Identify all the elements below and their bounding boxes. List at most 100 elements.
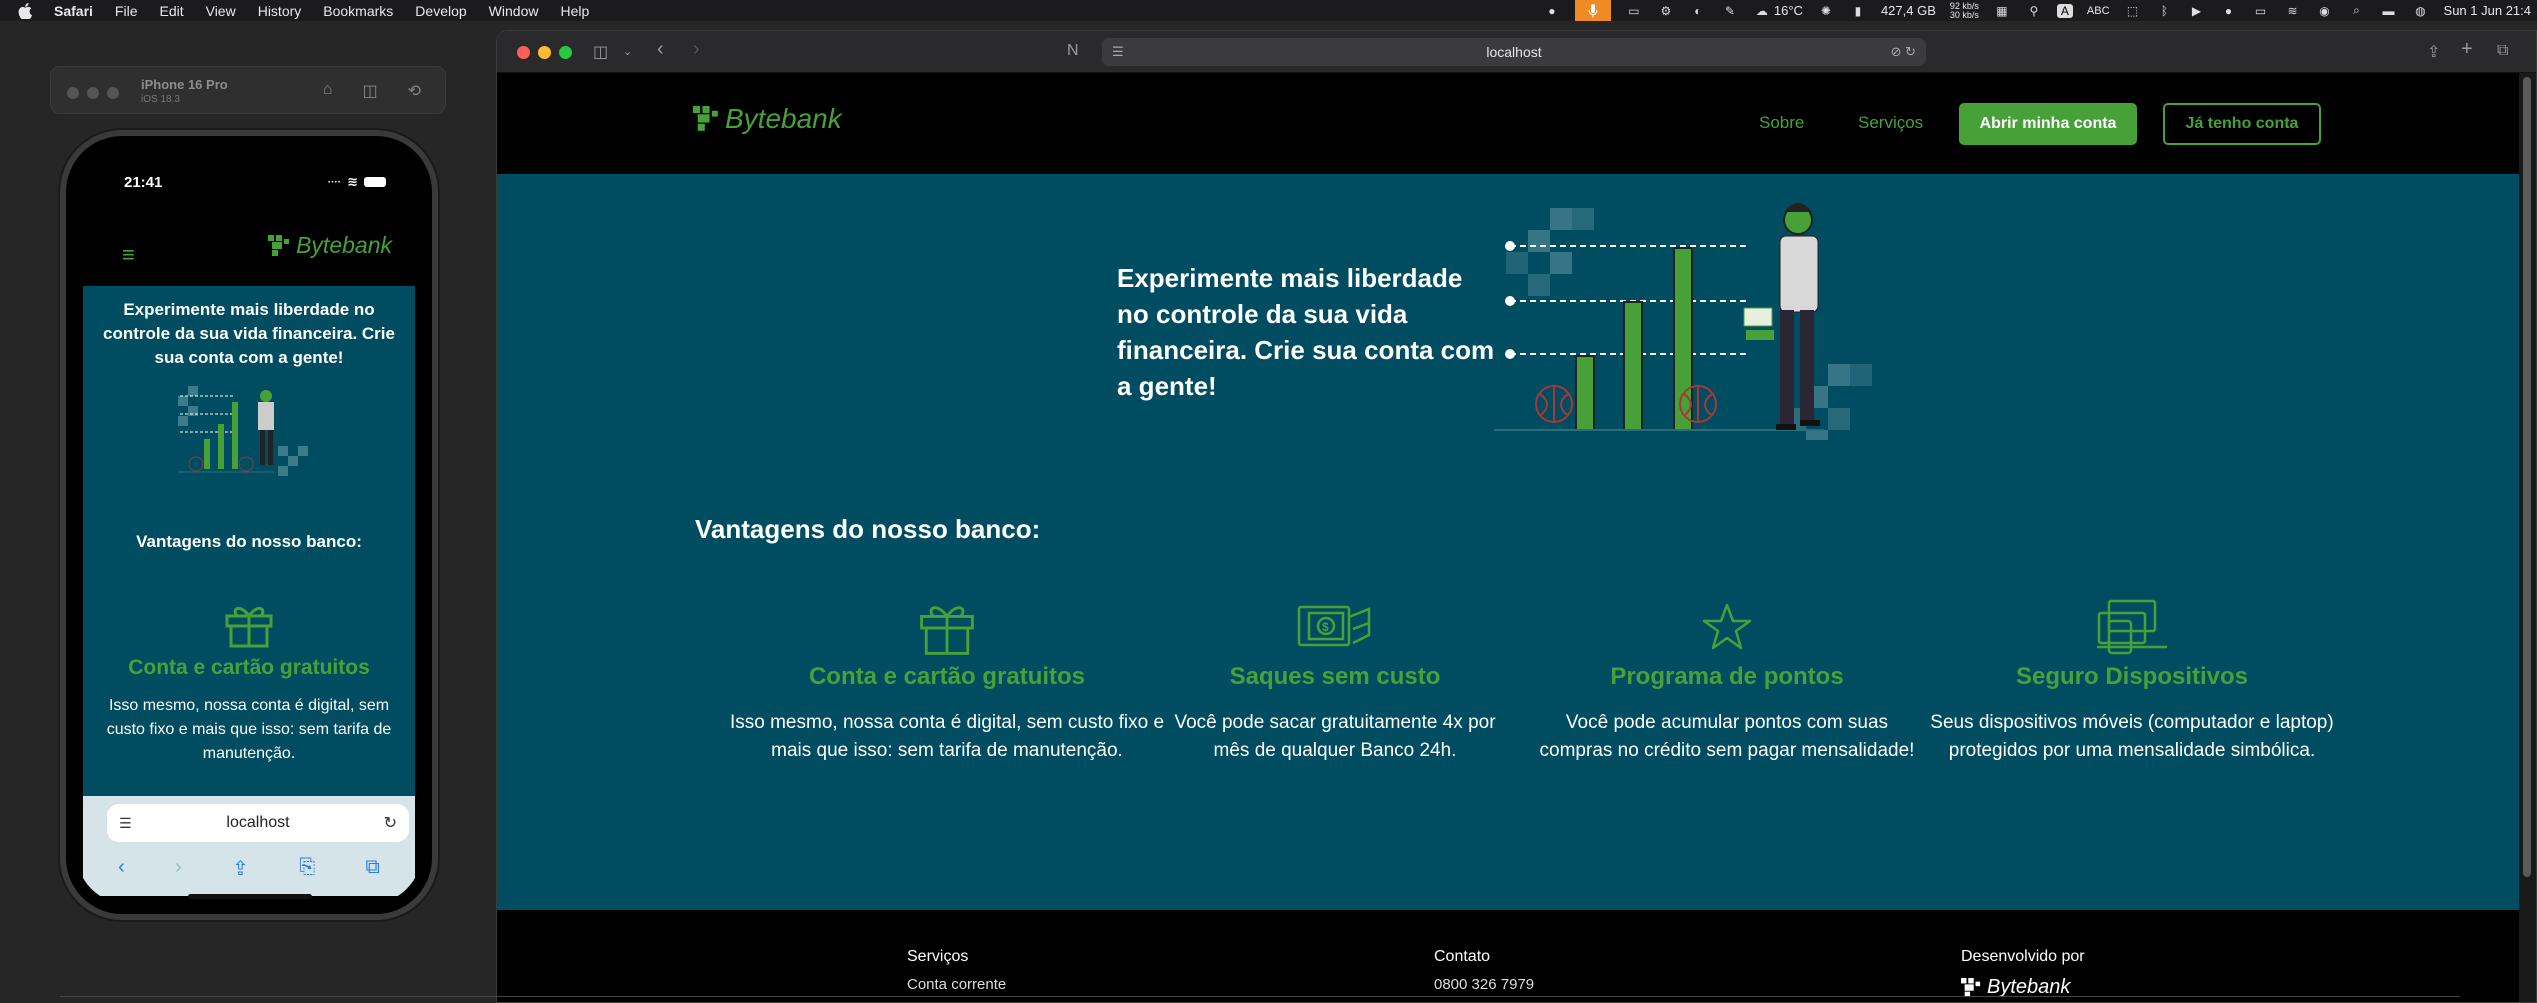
simulator-minimize-button[interactable] [87,87,99,99]
screen-capture-icon[interactable]: ⬚ [2124,4,2142,18]
cloud-icon: ☁ [1755,3,1768,18]
network-speed[interactable]: 92 kb/s 30 kb/s [1950,1,1979,20]
login-button[interactable]: Já tenho conta [2163,103,2321,145]
menu-app-safari[interactable]: Safari [54,3,93,19]
menu-file[interactable]: File [115,3,138,19]
close-button[interactable] [517,46,530,59]
home-indicator[interactable] [188,894,312,899]
card-text: Seus dispositivos móveis (computador e l… [1930,712,2334,761]
antenna-icon[interactable]: ⚲ [2025,4,2043,18]
reload-icon[interactable]: ⊘ ↻ [1891,44,1916,60]
play-icon[interactable]: ▶ [2188,4,2206,18]
phone-site-logo[interactable]: Bytebank [268,232,392,259]
simulator-window-controls[interactable] [67,87,119,99]
nav-sobre-link[interactable]: Sobre [1759,113,1804,133]
menu-history[interactable]: History [258,3,302,19]
forward-icon[interactable]: › [175,856,182,881]
battery-icon [364,177,386,187]
menu-help[interactable]: Help [560,3,589,19]
phone-status-bar: 21:41 ···· ≋ [76,146,422,196]
phone-hero-illustration [178,386,308,476]
advantages-title: Vantagens do nosso banco: [695,514,1041,544]
back-icon[interactable]: ‹ [118,856,125,881]
address-bar[interactable]: ☰ localhost ⊘ ↻ [1102,38,1926,66]
site-logo[interactable]: Bytebank [693,103,842,135]
footer-link-conta-corrente[interactable]: Conta corrente [907,976,1006,993]
menu-clock[interactable]: Sun 1 Jun 21:4 [2444,3,2531,18]
bytebank-logo-icon [268,234,290,256]
phone-main-content: Experimente mais liberdade no controle d… [83,286,415,806]
control-center-icon[interactable]: ◉ [2316,4,2334,18]
tabs-icon[interactable]: ⧉ [366,856,380,881]
chevron-down-icon[interactable]: ⌄ [623,45,632,58]
new-tab-icon[interactable]: + [2461,38,2473,61]
devices-icon [2097,599,2167,655]
open-account-button[interactable]: Abrir minha conta [1959,103,2137,145]
nav-servicos-link[interactable]: Serviços [1858,113,1923,133]
activity-icon[interactable]: ✺ [1817,4,1835,18]
phone-site-header: ≡ Bytebank [76,206,422,286]
microphone-icon[interactable] [1574,0,1611,21]
pin-icon[interactable]: ✎ [1721,4,1739,18]
cellular-icon: ···· [327,176,342,188]
weather-widget[interactable]: ☁ 16°C [1753,3,1803,18]
advantage-card-device-insurance: Seguro Dispositivos Seus dispositivos mó… [1897,599,2367,765]
scrollbar-thumb[interactable] [2523,77,2531,877]
tab-overview-icon[interactable]: ⧉ [2497,42,2508,60]
forward-icon[interactable]: › [693,38,700,61]
menu-develop[interactable]: Develop [415,3,466,19]
record-dot-icon[interactable]: ● [1543,4,1561,18]
simulator-close-button[interactable] [67,87,79,99]
advantage-card-points: Programa de pontos Você pode acumular po… [1527,599,1927,765]
siri-icon[interactable]: ◍ [2412,4,2430,18]
screen-mirror-icon[interactable]: ▭ [1625,4,1643,18]
simulator-zoom-button[interactable] [107,87,119,99]
menu-edit[interactable]: Edit [159,3,183,19]
input-source[interactable]: ABC [2087,5,2110,17]
share-icon[interactable]: ⇪ [232,856,249,881]
web-page: Bytebank Sobre Serviços Abrir minha cont… [497,73,2521,1002]
focus-icon[interactable]: ▬ [2380,4,2398,18]
simulator-titlebar[interactable]: iPhone 16 Pro iOS 18.3 ⌂ ◫ ⟲ [50,66,446,114]
text-input-icon[interactable]: A [2056,3,2073,18]
battery-icon[interactable]: ▭ [2252,4,2270,18]
phone-card-text: Isso mesmo, nossa conta é digital, sem c… [106,697,392,762]
disk-space[interactable]: 427,4 GB [1881,3,1936,18]
advantage-card-withdrawals: $ Saques sem custo Você pode sacar gratu… [1155,599,1515,765]
minimize-button[interactable] [538,46,551,59]
menu-view[interactable]: View [206,3,236,19]
sidebar-toggle-icon[interactable]: ◫ [593,42,608,62]
bluetooth-icon[interactable]: ᛒ [2156,4,2174,18]
notion-extension-icon[interactable]: N [1067,42,1079,60]
page-menu-icon[interactable]: ☰ [1112,44,1124,60]
dock-edge [60,996,2460,1003]
memory-icon[interactable]: ▮ [1849,4,1867,18]
back-icon[interactable]: ‹ [657,38,664,61]
rotate-icon[interactable]: ⟲ [408,81,421,101]
phone-url-text: localhost [226,814,290,831]
hamburger-menu-icon[interactable]: ≡ [122,242,135,268]
bookmarks-icon[interactable]: ⎘ [299,856,315,881]
apple-icon[interactable] [18,2,36,19]
spotlight-search-icon[interactable]: ⌕ [2348,3,2366,18]
page-scrollbar[interactable] [2519,73,2536,1002]
wifi-icon[interactable]: ≋ [2284,4,2302,18]
home-icon[interactable]: ⌂ [323,81,333,101]
settings-gear-icon[interactable]: ⚙ [1657,4,1675,18]
window-layout-icon[interactable]: ▦ [1993,4,2011,18]
phone-screen[interactable]: 21:41 ···· ≋ ≡ Bytebank Experimente mais… [76,146,422,904]
phone-address-bar[interactable]: ☰ localhost ↻ [107,804,409,842]
user-icon[interactable]: ● [2220,4,2238,18]
menu-window[interactable]: Window [489,3,539,19]
window-controls [517,46,572,59]
screenshot-icon[interactable]: ◫ [362,81,377,101]
share-icon[interactable]: ⇪ [2427,42,2440,62]
color-wheel-icon[interactable]: ◐ [1689,4,1707,18]
phone-hero-text: Experimente mais liberdade no controle d… [103,300,395,367]
menu-bookmarks[interactable]: Bookmarks [323,3,393,19]
page-settings-icon[interactable]: ☰ [119,815,132,832]
footer-phone: 0800 326 7979 [1434,976,1535,993]
reload-icon[interactable]: ↻ [384,813,397,833]
zoom-button[interactable] [559,46,572,59]
advantage-card-free-account: Conta e cartão gratuitos Isso mesmo, nos… [727,599,1167,765]
